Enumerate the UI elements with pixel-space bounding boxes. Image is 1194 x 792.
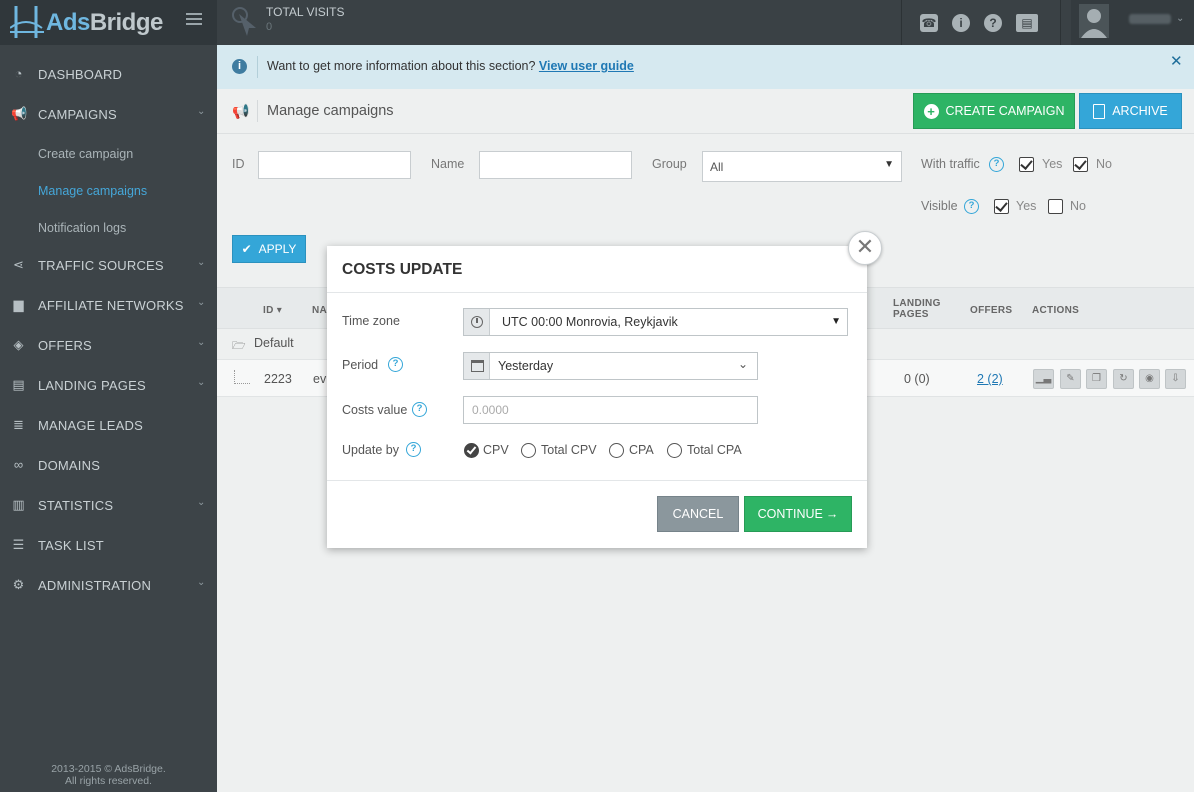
divider bbox=[327, 480, 867, 481]
costs-value-label: Costs value bbox=[342, 403, 408, 417]
close-icon: ✕ bbox=[855, 234, 875, 259]
chevron-down-icon: ⌄ bbox=[737, 357, 748, 371]
update-by-cpa-radio[interactable] bbox=[609, 443, 624, 458]
costs-update-modal: COSTS UPDATE Time zone UTC 00:00 Monrovi… bbox=[327, 246, 867, 548]
arrow-right-icon: → bbox=[825, 507, 839, 521]
caret-down-icon: ▼ bbox=[831, 316, 841, 327]
update-by-total-cpa-label: Total CPA bbox=[687, 443, 742, 457]
continue-button[interactable]: CONTINUE → bbox=[744, 496, 852, 532]
period-select[interactable]: Yesterday ⌄ bbox=[463, 352, 758, 380]
update-by-cpa-label: CPA bbox=[629, 443, 654, 457]
update-by-cpv-radio[interactable] bbox=[464, 443, 479, 458]
modal-close-button[interactable]: ✕ bbox=[848, 231, 882, 265]
period-value: Yesterday bbox=[498, 359, 554, 373]
continue-label: CONTINUE bbox=[757, 507, 823, 521]
costs-value-placeholder: 0.0000 bbox=[472, 403, 509, 417]
modal-title: COSTS UPDATE bbox=[342, 261, 463, 278]
time-zone-value: UTC 00:00 Monrovia, Reykjavik bbox=[502, 315, 678, 329]
update-by-label: Update by bbox=[342, 443, 399, 457]
update-by-total-cpa-radio[interactable] bbox=[667, 443, 682, 458]
update-by-total-cpv-label: Total CPV bbox=[541, 443, 597, 457]
clock-icon bbox=[464, 309, 490, 335]
time-zone-label: Time zone bbox=[342, 314, 400, 328]
help-icon[interactable]: ? bbox=[388, 357, 403, 372]
help-icon[interactable]: ? bbox=[412, 402, 427, 417]
update-by-total-cpv-radio[interactable] bbox=[521, 443, 536, 458]
period-label: Period bbox=[342, 358, 379, 372]
divider bbox=[327, 292, 867, 293]
calendar-icon bbox=[464, 353, 490, 379]
time-zone-select[interactable]: UTC 00:00 Monrovia, Reykjavik ▼ bbox=[463, 308, 848, 336]
cancel-button[interactable]: CANCEL bbox=[657, 496, 739, 532]
update-by-cpv-label: CPV bbox=[483, 443, 509, 457]
costs-value-input[interactable]: 0.0000 bbox=[463, 396, 758, 424]
help-icon[interactable]: ? bbox=[406, 442, 421, 457]
